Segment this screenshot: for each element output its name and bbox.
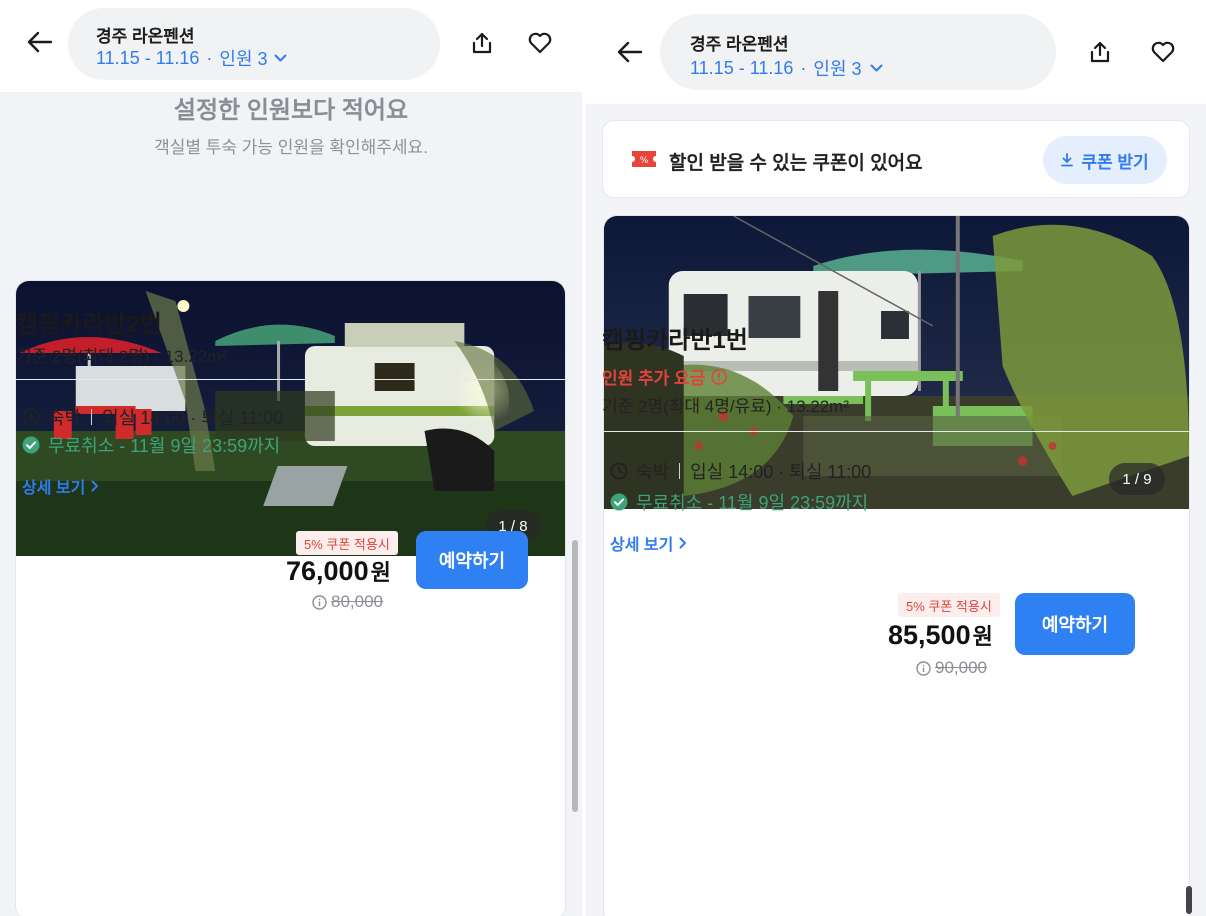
price-value: 76,000 [286,556,369,586]
summary-separator: · [800,57,807,78]
stay-search-pill[interactable]: 경주 라온펜션 11.15 - 11.16 · 인원 3 [660,14,1056,90]
cancel-text: 무료취소 - 11월 9일 23:59까지 [636,493,869,513]
guest-count: 인원 3 [813,59,862,79]
free-cancel-info: 무료취소 - 11월 9일 23:59까지 [610,489,868,515]
stay-info: 숙박 입실 14:00 · 퇴실 11:00 [610,458,871,484]
svg-text:%: % [640,156,649,166]
chevron-right-icon [679,537,687,549]
top-header: 경주 라온펜션 11.15 - 11.16 · 인원 3 [0,0,582,92]
share-icon [1090,41,1110,63]
free-cancel-info: 무료취소 - 11월 9일 23:59까지 [22,432,280,458]
detail-link-label: 상세 보기 [610,537,674,554]
back-arrow-icon [27,31,53,53]
price: 76,000 원 [286,555,391,587]
chevron-down-icon [870,64,883,72]
book-button[interactable]: 예약하기 [416,531,528,589]
coupon-banner: % 할인 받을 수 있는 쿠폰이 있어요 쿠폰 받기 [602,120,1190,198]
wishlist-button[interactable] [1143,32,1183,72]
card-divider [15,379,566,380]
get-coupon-button[interactable]: 쿠폰 받기 [1043,136,1167,184]
extra-guest-fee: 인원 추가 요금 [602,364,728,389]
chevron-down-icon [274,54,287,62]
heart-icon [1151,41,1175,63]
stay-summary: 11.15 - 11.16 · 인원 3 [690,55,883,81]
coupon-icon: % [630,149,658,169]
guest-notice-title: 설정한 인원보다 적어요 [173,97,409,124]
coupon-applied-tag: 5% 쿠폰 적용시 [296,531,398,555]
get-coupon-label: 쿠폰 받기 [1081,152,1149,172]
guest-count: 인원 3 [219,49,268,69]
room-capacity: 기준 2명(최대 4명/유료) · 13.22m² [602,397,849,416]
right-screen: 경주 라온펜션 11.15 - 11.16 · 인원 3 % 할인 받을 수 있… [586,0,1206,916]
room-name: 캠핑카라반2번 [16,311,162,338]
clock-icon [610,462,628,480]
detail-link[interactable]: 상세 보기 [610,531,687,555]
book-button[interactable]: 예약하기 [1015,593,1135,655]
info-icon [916,660,931,676]
price-unit: 원 [972,624,993,649]
summary-separator: · [206,47,213,68]
price: 85,500 원 [888,619,993,651]
guest-notice-subtitle: 객실별 투숙 가능 인원을 확인해주세요. [154,138,428,157]
price-value: 85,500 [888,620,971,650]
share-icon [472,32,492,54]
property-name: 경주 라온펜션 [96,27,195,46]
download-icon [1061,153,1074,167]
info-icon[interactable] [711,368,728,385]
room-name: 캠핑카라반1번 [602,327,748,354]
photo-counter: 1 / 9 [1109,463,1165,495]
back-button[interactable] [20,22,60,62]
share-button[interactable] [1080,32,1120,72]
back-arrow-icon [617,41,643,63]
check-circle-icon [610,493,628,511]
check-times: 입실 14:00 · 퇴실 11:00 [102,408,284,428]
property-name: 경주 라온펜션 [690,35,789,54]
coupon-banner-text: 할인 받을 수 있는 쿠폰이 있어요 [669,153,923,174]
stay-dates: 11.15 - 11.16 [96,47,200,68]
check-circle-icon [22,436,40,454]
cancel-text: 무료취소 - 11월 9일 23:59까지 [48,436,281,456]
chevron-right-icon [91,480,99,492]
card-divider [603,431,1190,432]
stay-info: 숙박 입실 14:00 · 퇴실 11:00 [22,404,283,430]
stay-type: 숙박 [48,408,82,428]
clock-icon [22,408,40,426]
left-screen: 설정한 인원보다 적어요 객실별 투숙 가능 인원을 확인해주세요. 1 / 8… [0,0,582,916]
top-header: 경주 라온펜션 11.15 - 11.16 · 인원 3 [586,0,1206,104]
scrollbar[interactable] [1186,886,1192,914]
heart-icon [528,32,552,54]
room-capacity: 기준 2명(최대 2명) · 13.22m² [16,347,227,366]
original-price: 90,000 [916,658,987,678]
detail-link[interactable]: 상세 보기 [22,474,99,498]
stay-search-pill[interactable]: 경주 라온펜션 11.15 - 11.16 · 인원 3 [68,8,440,80]
price-unit: 원 [370,560,391,585]
coupon-applied-tag: 5% 쿠폰 적용시 [898,593,1000,617]
original-price-value: 80,000 [331,592,383,611]
info-icon [312,594,327,610]
stay-summary: 11.15 - 11.16 · 인원 3 [96,45,287,71]
detail-link-label: 상세 보기 [22,480,86,497]
room-card[interactable]: 1 / 8 [15,280,566,916]
extra-fee-text: 인원 추가 요금 [602,369,706,388]
stay-separator [91,409,93,425]
back-button[interactable] [610,32,650,72]
stay-type: 숙박 [636,462,670,482]
share-button[interactable] [462,23,502,63]
scrollbar[interactable] [572,540,578,812]
original-price-value: 90,000 [935,658,987,677]
wishlist-button[interactable] [520,23,560,63]
original-price: 80,000 [312,592,383,612]
stay-dates: 11.15 - 11.16 [690,57,794,78]
check-times: 입실 14:00 · 퇴실 11:00 [690,462,872,482]
stay-separator [679,463,681,479]
